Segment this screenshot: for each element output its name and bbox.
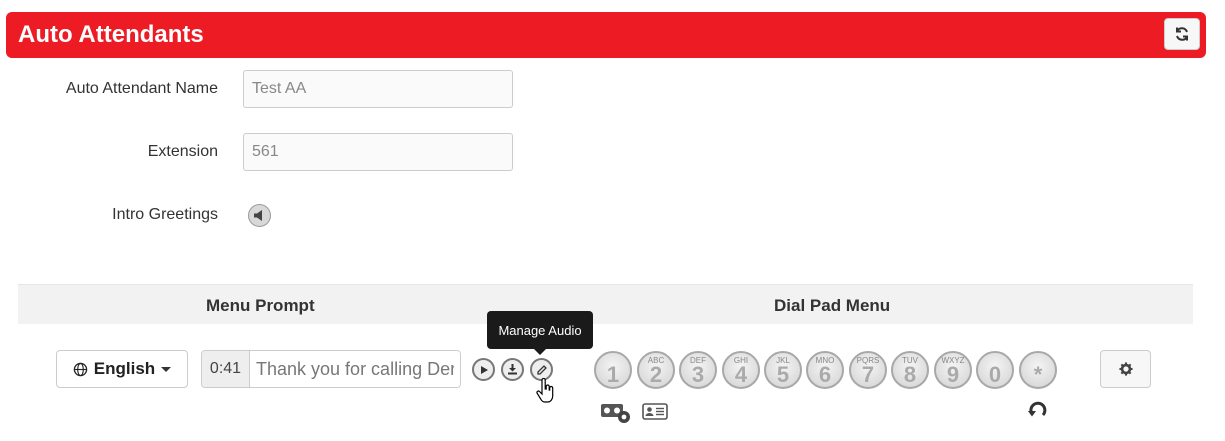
hand-cursor-icon (536, 378, 554, 403)
gear-icon (1118, 362, 1133, 376)
page-header: Auto Attendants (6, 12, 1206, 58)
dial-key-digit: 3 (691, 362, 705, 387)
language-dropdown[interactable]: English (56, 350, 188, 388)
intro-greetings-label: Intro Greetings (112, 206, 218, 223)
language-label: English (93, 359, 156, 378)
dial-key-digit: 4 (734, 362, 748, 387)
download-icon[interactable] (501, 358, 524, 381)
dial-key-5[interactable]: JKL 5 (764, 351, 802, 389)
refresh-button[interactable] (1164, 18, 1200, 50)
manage-audio-tooltip: Manage Audio (487, 311, 593, 355)
prompt-duration: 0:41 (202, 351, 250, 387)
dial-key-digit: 2 (649, 362, 663, 387)
menu-prompt-heading: Menu Prompt (206, 296, 315, 315)
dial-key-digit: 6 (818, 362, 832, 387)
dial-key-digit: 8 (903, 362, 917, 387)
dial-key-6[interactable]: MNO 6 (806, 351, 844, 389)
dial-key-digit: 9 (946, 362, 960, 387)
auto-attendant-name-input[interactable] (243, 70, 513, 108)
auto-attendant-name-label: Auto Attendant Name (65, 80, 218, 97)
dial-pad-menu-heading: Dial Pad Menu (774, 296, 891, 315)
extension-input[interactable] (243, 133, 513, 171)
dial-key-7[interactable]: PQRS 7 (849, 351, 887, 389)
refresh-icon (1176, 27, 1188, 41)
dial-key-1[interactable]: 1 (594, 351, 632, 389)
menu-prompt-input[interactable] (250, 351, 460, 387)
dial-key-3[interactable]: DEF 3 (679, 351, 717, 389)
dial-key-digit: 0 (988, 362, 1002, 387)
dial-key-2[interactable]: ABC 2 (637, 351, 675, 389)
page-title: Auto Attendants (18, 21, 204, 48)
extension-label: Extension (147, 143, 218, 160)
dial-key-digit: 1 (606, 362, 620, 387)
caret-down-icon (161, 366, 172, 372)
dial-key-star[interactable]: * (1019, 351, 1057, 389)
section-header-bar: Menu Prompt Dial Pad Menu (18, 284, 1193, 324)
dial-key-9[interactable]: WXYZ 9 (934, 351, 972, 389)
repeat-menu-icon[interactable] (1027, 400, 1049, 420)
dial-key-8[interactable]: TUV 8 (891, 351, 929, 389)
speaker-icon[interactable] (248, 204, 271, 227)
globe-icon (73, 362, 88, 376)
dial-pad-settings-button[interactable] (1100, 350, 1151, 388)
dial-key-digit: * (1033, 362, 1043, 387)
menu-prompt-group: 0:41 (201, 350, 461, 388)
dial-key-digit: 7 (861, 362, 875, 387)
speaker-glyph-icon (254, 210, 262, 221)
dial-key-0[interactable]: 0 (976, 351, 1014, 389)
dial-key-digit: 5 (776, 362, 790, 387)
dial-key-4[interactable]: GHI 4 (722, 351, 760, 389)
voicemail-settings-icon[interactable] (600, 402, 631, 424)
play-icon[interactable] (472, 358, 495, 381)
directory-icon[interactable] (642, 403, 668, 420)
